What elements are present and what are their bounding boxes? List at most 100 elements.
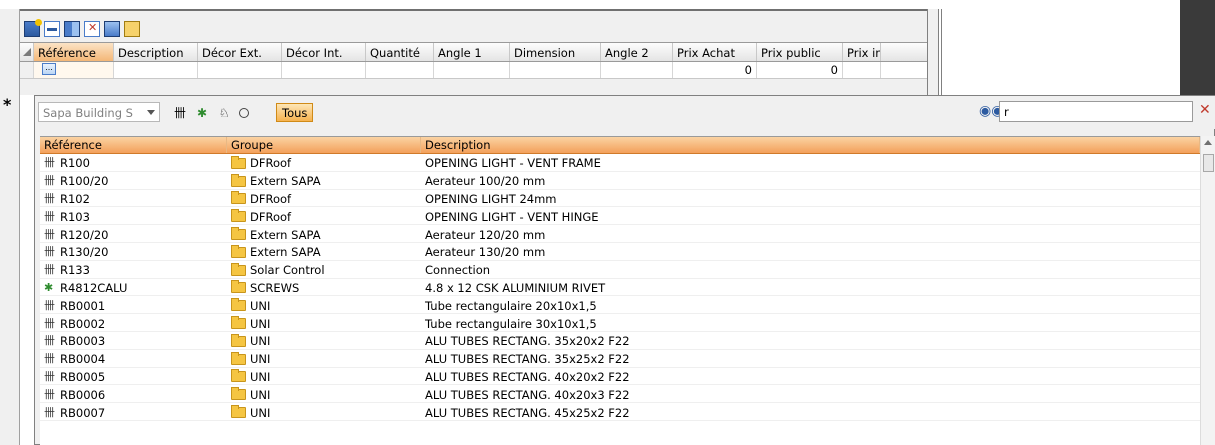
col-header-angle2[interactable]: Angle 2 bbox=[601, 43, 673, 61]
list-item[interactable]: 卌 RB0002 UNI Tube rectangulaire 30x10x1,5 bbox=[40, 314, 1200, 332]
col-header-decor-int[interactable]: Décor Int. bbox=[282, 43, 366, 61]
vertical-scrollbar[interactable] bbox=[1200, 136, 1215, 445]
delete-row-icon[interactable] bbox=[84, 21, 100, 37]
search-input[interactable] bbox=[999, 101, 1193, 122]
columns-icon[interactable] bbox=[64, 21, 80, 37]
circle-filter-icon[interactable] bbox=[239, 108, 249, 118]
reference-cell[interactable]: ... bbox=[34, 62, 114, 78]
list-item[interactable]: 卌 R102 DFRoof OPENING LIGHT 24mm bbox=[40, 190, 1200, 208]
item-group-text: UNI bbox=[250, 334, 271, 349]
folder-icon bbox=[231, 244, 246, 258]
col-header-prix-achat[interactable]: Prix Achat bbox=[673, 43, 757, 61]
grid-header: Référence Description Décor Ext. Décor I… bbox=[20, 42, 927, 62]
angle2-cell[interactable] bbox=[601, 62, 673, 78]
list-item[interactable]: 卌 R130/20 Extern SAPA Aerateur 130/20 mm bbox=[40, 243, 1200, 261]
item-description: 4.8 x 12 CSK ALUMINIUM RIVET bbox=[425, 280, 606, 295]
item-reference-text: RB0003 bbox=[60, 334, 106, 349]
list-item[interactable]: 卌 RB0005 UNI ALU TUBES RECTANG. 40x20x2 F22 bbox=[40, 368, 1200, 386]
item-reference-text: R100/20 bbox=[60, 174, 109, 189]
description-cell[interactable] bbox=[114, 62, 198, 78]
item-description: OPENING LIGHT 24mm bbox=[425, 191, 557, 206]
list-item[interactable]: 卌 R133 Solar Control Connection bbox=[40, 261, 1200, 279]
decor-ext-cell[interactable] bbox=[198, 62, 282, 78]
folder-icon bbox=[231, 316, 246, 330]
item-reference-text: R133 bbox=[60, 263, 90, 278]
angle1-cell[interactable] bbox=[434, 62, 510, 78]
item-description: ALU TUBES RECTANG. 40x20x2 F22 bbox=[425, 369, 630, 384]
prix-achat-cell[interactable]: 0 bbox=[673, 62, 757, 78]
clear-search-icon[interactable]: ✕ bbox=[1199, 102, 1211, 118]
item-group-text: UNI bbox=[250, 298, 271, 313]
col-header-prix-public[interactable]: Prix public bbox=[757, 43, 843, 61]
item-group-text: Extern SAPA bbox=[250, 227, 321, 242]
list-item[interactable]: 卌 R100 DFRoof OPENING LIGHT - VENT FRAME bbox=[40, 154, 1200, 172]
profile-icon: 卌 bbox=[44, 387, 55, 401]
col-header-prix-imp[interactable]: Prix imp bbox=[843, 43, 881, 61]
col-header-angle1[interactable]: Angle 1 bbox=[434, 43, 510, 61]
item-description: OPENING LIGHT - VENT FRAME bbox=[425, 156, 601, 171]
new-row-marker: * bbox=[3, 95, 12, 114]
list-header: Référence Groupe Description bbox=[40, 137, 1200, 154]
scroll-up-icon[interactable] bbox=[1204, 140, 1212, 145]
folder-icon bbox=[231, 298, 246, 312]
list-item[interactable]: 卌 RB0007 UNI ALU TUBES RECTANG. 45x25x2 F22 bbox=[40, 403, 1200, 421]
tous-button[interactable]: Tous bbox=[276, 103, 314, 122]
profile-icon: 卌 bbox=[44, 245, 55, 259]
col-header-decor-ext[interactable]: Décor Ext. bbox=[198, 43, 282, 61]
prix-imp-cell[interactable] bbox=[843, 62, 881, 78]
upper-grid-panel: Référence Description Décor Ext. Décor I… bbox=[20, 9, 927, 95]
list-item[interactable]: 卌 RB0004 UNI ALU TUBES RECTANG. 35x25x2 F22 bbox=[40, 350, 1200, 368]
list-item[interactable]: 卌 RB0006 UNI ALU TUBES RECTANG. 40x20x3 F22 bbox=[40, 385, 1200, 404]
list-item[interactable]: ✱ R4812CALU SCREWS 4.8 x 12 CSK ALUMINIUM R… bbox=[40, 279, 1200, 297]
sort-icon[interactable] bbox=[104, 21, 120, 37]
col-header-description[interactable]: Description bbox=[114, 43, 198, 61]
item-group: Extern SAPA bbox=[227, 243, 421, 260]
group-filter-icon[interactable]: ♘ bbox=[217, 106, 231, 120]
row-selector[interactable] bbox=[20, 62, 34, 78]
item-reference: 卌 RB0006 bbox=[40, 385, 227, 402]
col-header-reference[interactable]: Référence bbox=[34, 43, 114, 61]
catalog-combo[interactable]: Sapa Building S bbox=[38, 102, 160, 122]
item-reference-text: R130/20 bbox=[60, 245, 109, 260]
item-group: UNI bbox=[227, 314, 421, 331]
list-col-reference[interactable]: Référence bbox=[40, 137, 227, 153]
top-strip bbox=[0, 0, 1215, 9]
list-item[interactable]: 卌 R100/20 Extern SAPA Aerateur 100/20 mm bbox=[40, 172, 1200, 190]
folder-icon bbox=[231, 351, 246, 365]
chevron-down-icon[interactable] bbox=[147, 110, 155, 115]
scroll-thumb[interactable] bbox=[1203, 154, 1214, 172]
list-item[interactable]: 卌 RB0003 UNI ALU TUBES RECTANG. 35x20x2 F22 bbox=[40, 332, 1200, 350]
item-description: Aerateur 130/20 mm bbox=[425, 245, 546, 260]
col-header-dimension[interactable]: Dimension bbox=[510, 43, 601, 61]
list-item[interactable]: 卌 R120/20 Extern SAPA Aerateur 120/20 mm bbox=[40, 225, 1200, 243]
item-group: UNI bbox=[227, 332, 421, 349]
list-item[interactable]: 卌 R103 DFRoof OPENING LIGHT - VENT HINGE bbox=[40, 207, 1200, 226]
list-col-groupe[interactable]: Groupe bbox=[227, 137, 421, 153]
dark-background-area bbox=[1180, 0, 1215, 95]
profile-filter-icon[interactable]: 卌 bbox=[173, 106, 187, 120]
item-description: ALU TUBES RECTANG. 35x25x2 F22 bbox=[425, 352, 630, 367]
item-description: Connection bbox=[425, 263, 491, 278]
splitter[interactable] bbox=[927, 9, 939, 95]
item-group-text: UNI bbox=[250, 369, 271, 384]
item-group-text: Solar Control bbox=[250, 263, 325, 278]
quantite-cell[interactable] bbox=[366, 62, 434, 78]
ellipsis-button[interactable]: ... bbox=[42, 63, 56, 75]
dimension-cell[interactable] bbox=[510, 62, 601, 78]
accessory-filter-icon[interactable]: ✱ bbox=[195, 106, 209, 120]
item-reference-text: RB0007 bbox=[60, 405, 106, 420]
item-group-text: Extern SAPA bbox=[250, 174, 321, 189]
insert-row-icon[interactable] bbox=[44, 21, 60, 37]
prix-public-cell[interactable]: 0 bbox=[757, 62, 843, 78]
export-icon[interactable] bbox=[124, 21, 140, 37]
col-header-quantite[interactable]: Quantité bbox=[366, 43, 434, 61]
profile-icon: 卌 bbox=[44, 298, 55, 312]
profile-icon: 卌 bbox=[44, 227, 55, 241]
list-col-description[interactable]: Description bbox=[421, 137, 1200, 153]
new-row-icon[interactable] bbox=[24, 19, 42, 37]
item-description: Aerateur 100/20 mm bbox=[425, 174, 546, 189]
decor-int-cell[interactable] bbox=[282, 62, 366, 78]
grid-corner[interactable] bbox=[20, 43, 34, 61]
list-item[interactable]: 卌 RB0001 UNI Tube rectangulaire 20x10x1,5 bbox=[40, 296, 1200, 315]
item-group-text: Extern SAPA bbox=[250, 245, 321, 260]
